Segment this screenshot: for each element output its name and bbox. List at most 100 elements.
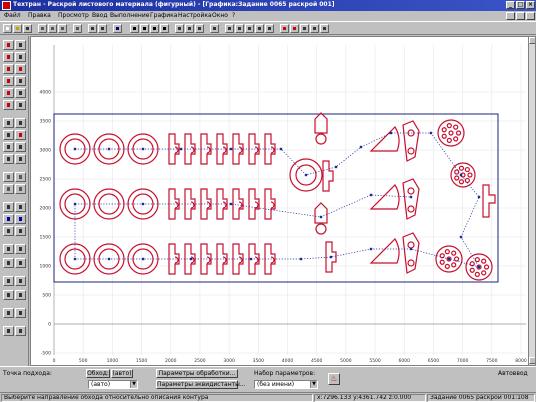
arc-tool-icon[interactable]	[235, 24, 244, 33]
auto-button[interactable]: (авто)	[111, 369, 133, 378]
offset-icon[interactable]	[15, 184, 26, 194]
text-icon[interactable]	[3, 130, 14, 140]
array-icon[interactable]	[15, 172, 26, 182]
processing-params-button[interactable]: Параметры обработки...	[156, 369, 238, 378]
menu-graphics[interactable]: Графика	[150, 12, 177, 19]
doc-close-button[interactable]	[526, 12, 535, 20]
maximize-button[interactable]: □	[516, 1, 525, 9]
cancel-icon[interactable]	[15, 326, 26, 336]
trim-tool-icon[interactable]	[265, 24, 274, 33]
point-icon[interactable]	[3, 40, 14, 50]
cut-icon[interactable]	[38, 24, 47, 33]
bypass-select[interactable]: (авто) ▼	[88, 380, 138, 389]
paste-icon[interactable]	[58, 24, 67, 33]
ellipse-icon[interactable]	[15, 76, 26, 86]
menu-help[interactable]: ?	[232, 12, 235, 19]
zoom-all-icon[interactable]	[160, 24, 169, 33]
rect-icon[interactable]	[3, 76, 14, 86]
nc-icon[interactable]	[320, 24, 329, 33]
mirror-icon[interactable]	[3, 172, 14, 182]
snap-icon[interactable]	[3, 244, 14, 254]
preview-icon[interactable]	[98, 24, 107, 33]
chevron-down-icon[interactable]: ▼	[130, 381, 137, 388]
layer-icon[interactable]	[3, 258, 14, 268]
group-icon[interactable]	[15, 100, 26, 110]
menu-view[interactable]: Просмотр	[58, 12, 89, 19]
menu-window[interactable]: Окно	[212, 12, 228, 19]
bridge-icon[interactable]	[3, 226, 14, 236]
fire-icon[interactable]	[15, 130, 26, 140]
arc-icon[interactable]	[15, 64, 26, 74]
nested-parts[interactable]	[59, 112, 496, 281]
direction-icon[interactable]	[15, 214, 26, 224]
close-button[interactable]: ×	[526, 1, 535, 9]
calc-icon[interactable]	[3, 308, 14, 318]
layout-icon[interactable]	[300, 24, 309, 33]
param-set-select[interactable]: (без имени) ▼	[254, 380, 318, 389]
part-icon[interactable]	[3, 100, 14, 110]
nesting-drawing[interactable]: 0 500 1000 1500 2000 2500 3000 3500 4000 4500 5000…	[31, 37, 536, 366]
spline-icon[interactable]	[15, 88, 26, 98]
chevron-down-icon[interactable]: ▼	[310, 381, 317, 388]
undo-icon[interactable]	[73, 24, 82, 33]
new-icon[interactable]	[3, 24, 12, 33]
contour-icon[interactable]	[3, 88, 14, 98]
menu-settings[interactable]: Настройка	[178, 12, 212, 19]
pan-icon[interactable]	[175, 24, 184, 33]
zoom-window-icon[interactable]	[130, 24, 139, 33]
cut-path-icon[interactable]	[290, 24, 299, 33]
zoom-out-icon[interactable]	[150, 24, 159, 33]
sheet-icon[interactable]	[310, 24, 319, 33]
down-icon[interactable]	[15, 276, 26, 286]
path-icon[interactable]	[280, 24, 289, 33]
scroll-up-arrow-icon[interactable]	[529, 37, 535, 44]
hatch-icon[interactable]	[15, 142, 26, 152]
print-icon[interactable]	[88, 24, 97, 33]
info-icon[interactable]	[15, 308, 26, 318]
lead-out-icon[interactable]	[15, 202, 26, 212]
circle-icon[interactable]	[3, 64, 14, 74]
open-icon[interactable]	[13, 24, 22, 33]
up-icon[interactable]	[3, 276, 14, 286]
loop-icon[interactable]	[15, 226, 26, 236]
order-icon[interactable]	[3, 214, 14, 224]
redraw-icon[interactable]	[185, 24, 194, 33]
doc-minimize-button[interactable]	[506, 12, 515, 20]
scale-icon[interactable]	[3, 184, 14, 194]
polyline-icon[interactable]	[15, 52, 26, 62]
line-icon[interactable]	[3, 52, 14, 62]
menu-input[interactable]: Ввод	[92, 12, 107, 19]
menu-edit[interactable]: Правка	[28, 12, 51, 19]
ortho-icon[interactable]	[15, 244, 26, 254]
rotate-icon[interactable]	[15, 154, 26, 164]
minimize-button[interactable]: _	[506, 1, 515, 9]
save-icon[interactable]	[23, 24, 32, 33]
equidistant-params-button[interactable]: Параметры эквидистанты...	[156, 380, 246, 389]
ok-icon[interactable]	[3, 326, 14, 336]
list-icon[interactable]	[3, 118, 14, 128]
line-tool-icon[interactable]	[225, 24, 234, 33]
measure-icon[interactable]	[210, 24, 219, 33]
copy-icon[interactable]	[48, 24, 57, 33]
props-icon[interactable]	[15, 258, 26, 268]
table-icon[interactable]	[15, 118, 26, 128]
dim-icon[interactable]	[3, 142, 14, 152]
lead-in-icon[interactable]	[3, 202, 14, 212]
point-tool-icon[interactable]	[245, 24, 254, 33]
fire-run-icon[interactable]: ♨	[328, 373, 340, 385]
grid-icon[interactable]	[195, 24, 204, 33]
menu-run[interactable]: Выполнение	[110, 12, 149, 19]
select-icon[interactable]	[15, 40, 26, 50]
menu-file[interactable]: Файл	[4, 12, 21, 19]
scroll-down-arrow-icon[interactable]	[529, 357, 535, 364]
zoom-in-icon[interactable]	[140, 24, 149, 33]
doc-restore-button[interactable]	[516, 12, 525, 20]
move-icon[interactable]	[3, 154, 14, 164]
x-icon[interactable]	[3, 290, 14, 300]
layers-icon[interactable]	[113, 24, 122, 33]
contour-tool-icon[interactable]	[255, 24, 264, 33]
drawing-canvas[interactable]: 0 500 1000 1500 2000 2500 3000 3500 4000 4500 5000…	[30, 36, 536, 366]
vertical-scrollbar[interactable]	[528, 37, 535, 365]
bypass-button[interactable]: Обход:	[86, 369, 110, 378]
y-icon[interactable]	[15, 290, 26, 300]
